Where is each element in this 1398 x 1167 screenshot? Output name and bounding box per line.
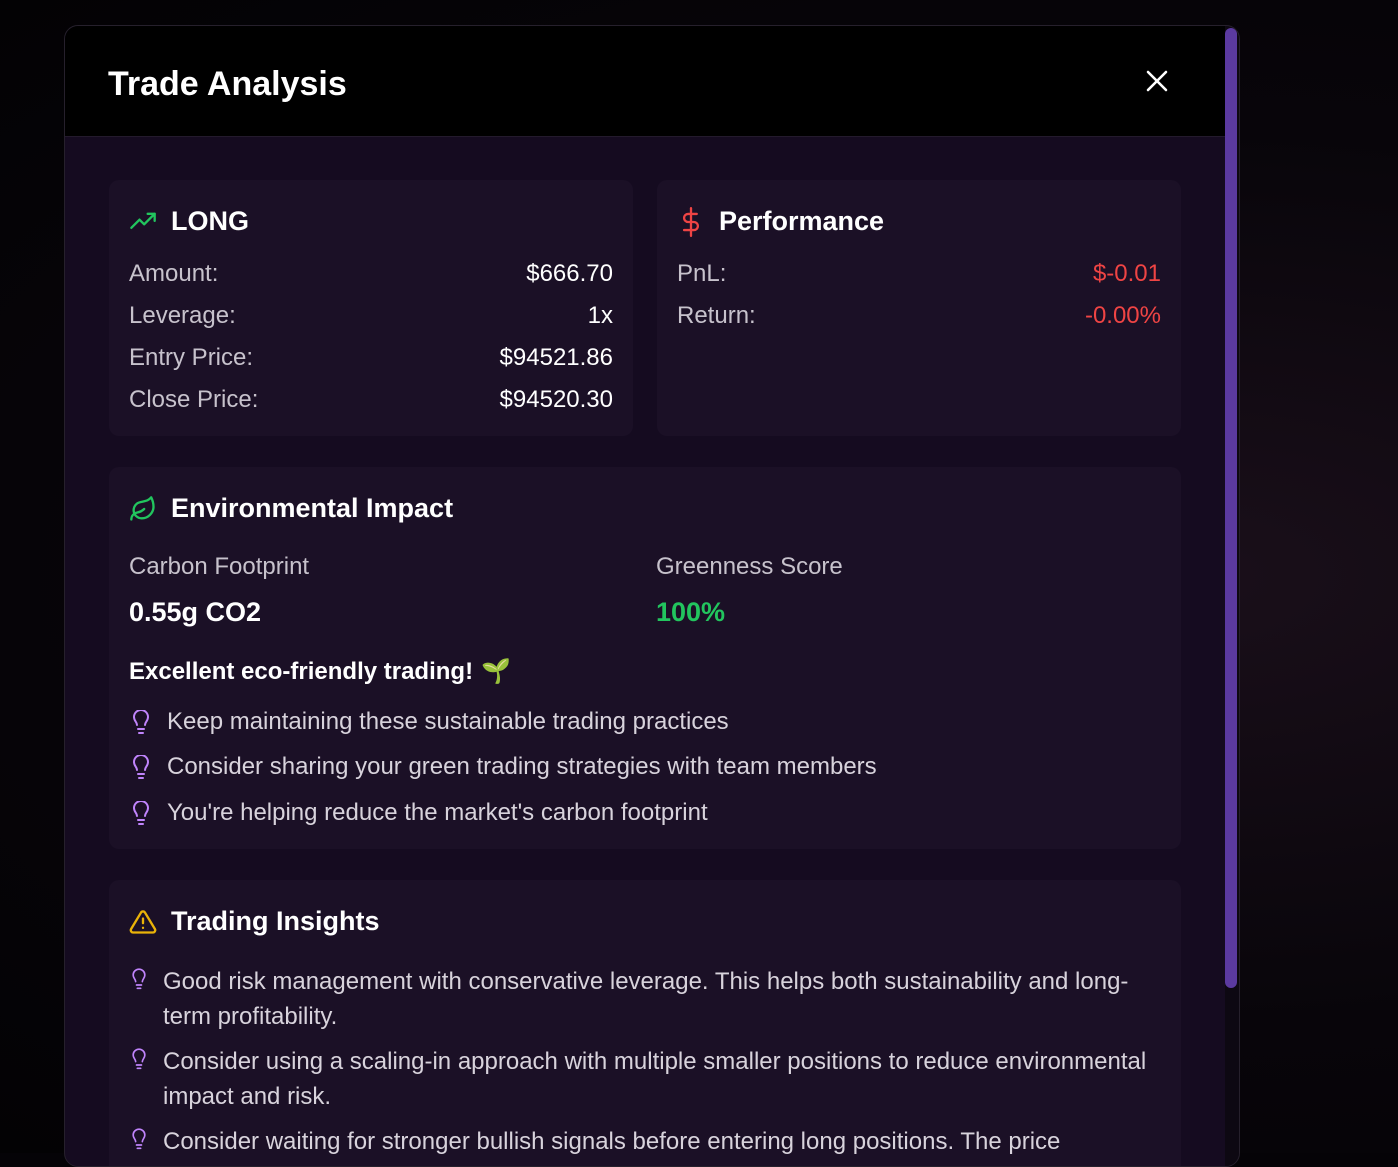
lightbulb-icon xyxy=(132,1128,146,1150)
performance-card: Performance PnL: $-0.01 Return: -0.00% xyxy=(657,180,1181,436)
lightbulb-icon xyxy=(133,755,149,779)
entry-price-value: $94521.86 xyxy=(499,344,613,371)
greenness-score-label: Greenness Score xyxy=(656,553,843,580)
carbon-footprint-value: 0.55g CO2 xyxy=(129,597,262,627)
modal-header: Trade Analysis xyxy=(65,26,1225,137)
insight-item: Good risk management with conservative l… xyxy=(129,964,1151,1034)
carbon-footprint-label: Carbon Footprint xyxy=(129,553,310,580)
close-price-value: $94520.30 xyxy=(499,386,613,413)
entry-price-row: Entry Price: $94521.86 xyxy=(129,342,613,374)
environmental-impact-card: Environmental Impact Carbon Footprint 0.… xyxy=(109,467,1181,849)
eco-tip-text: Consider sharing your green trading stra… xyxy=(167,753,877,780)
pnl-row: PnL: $-0.01 xyxy=(677,258,1161,290)
scrollbar-thumb[interactable] xyxy=(1225,28,1237,988)
position-card: LONG Amount: $666.70 Leverage: 1x Entry … xyxy=(109,180,633,436)
return-value: -0.00% xyxy=(1084,302,1161,329)
trade-analysis-modal: Trade Analysis LONG Amount: $666.70 Leve… xyxy=(64,25,1240,1167)
scrollbar-track[interactable] xyxy=(1225,26,1239,1166)
insights-title: Trading Insights xyxy=(171,906,380,936)
close-price-label: Close Price: xyxy=(129,386,259,413)
lightbulb-icon xyxy=(133,801,149,825)
pnl-label: PnL: xyxy=(677,260,727,287)
close-icon xyxy=(1146,70,1168,92)
insight-text: Good risk management with conservative l… xyxy=(163,968,1129,1030)
position-header: LONG xyxy=(129,206,249,237)
performance-title: Performance xyxy=(719,206,885,236)
amount-row: Amount: $666.70 xyxy=(129,258,613,290)
performance-header: Performance xyxy=(677,206,884,237)
lightbulb-icon xyxy=(132,968,146,990)
position-side: LONG xyxy=(171,206,249,236)
insight-text: Consider waiting for stronger bullish si… xyxy=(163,1128,1061,1155)
close-price-row: Close Price: $94520.30 xyxy=(129,384,613,416)
insight-text: Consider using a scaling-in approach wit… xyxy=(163,1048,1147,1110)
warning-icon xyxy=(129,909,157,934)
insight-item: Consider waiting for stronger bullish si… xyxy=(129,1124,1151,1159)
eco-tip: Keep maintaining these sustainable tradi… xyxy=(129,704,729,739)
eco-message: Excellent eco-friendly trading! 🌱 xyxy=(129,657,511,686)
trending-up-icon xyxy=(130,212,156,229)
return-label: Return: xyxy=(677,302,756,329)
seedling-icon: 🌱 xyxy=(481,658,511,685)
insight-item: Consider using a scaling-in approach wit… xyxy=(129,1044,1151,1114)
trading-insights-card: Trading Insights Good risk management wi… xyxy=(109,880,1181,1166)
eco-tip: You're helping reduce the market's carbo… xyxy=(129,795,708,830)
insights-header: Trading Insights xyxy=(129,906,380,937)
eco-tip: Consider sharing your green trading stra… xyxy=(129,749,877,784)
environment-header: Environmental Impact xyxy=(129,493,453,524)
close-button[interactable] xyxy=(1140,64,1174,98)
leverage-value: 1x xyxy=(587,302,613,329)
eco-tip-text: You're helping reduce the market's carbo… xyxy=(167,799,708,826)
pnl-value: $-0.01 xyxy=(1092,260,1161,287)
lightbulb-icon xyxy=(132,1048,146,1070)
eco-message-text: Excellent eco-friendly trading! xyxy=(129,657,474,685)
leaf-icon xyxy=(130,495,155,521)
greenness-score-value: 100% xyxy=(656,597,726,627)
lightbulb-icon xyxy=(133,710,149,734)
amount-value: $666.70 xyxy=(526,260,613,287)
environment-title: Environmental Impact xyxy=(171,493,454,523)
amount-label: Amount: xyxy=(129,260,219,287)
eco-tip-text: Keep maintaining these sustainable tradi… xyxy=(167,708,729,735)
dollar-icon xyxy=(682,206,700,237)
return-row: Return: -0.00% xyxy=(677,300,1161,332)
entry-price-label: Entry Price: xyxy=(129,344,254,371)
modal-title: Trade Analysis xyxy=(108,65,347,103)
leverage-label: Leverage: xyxy=(129,302,236,329)
leverage-row: Leverage: 1x xyxy=(129,300,613,332)
